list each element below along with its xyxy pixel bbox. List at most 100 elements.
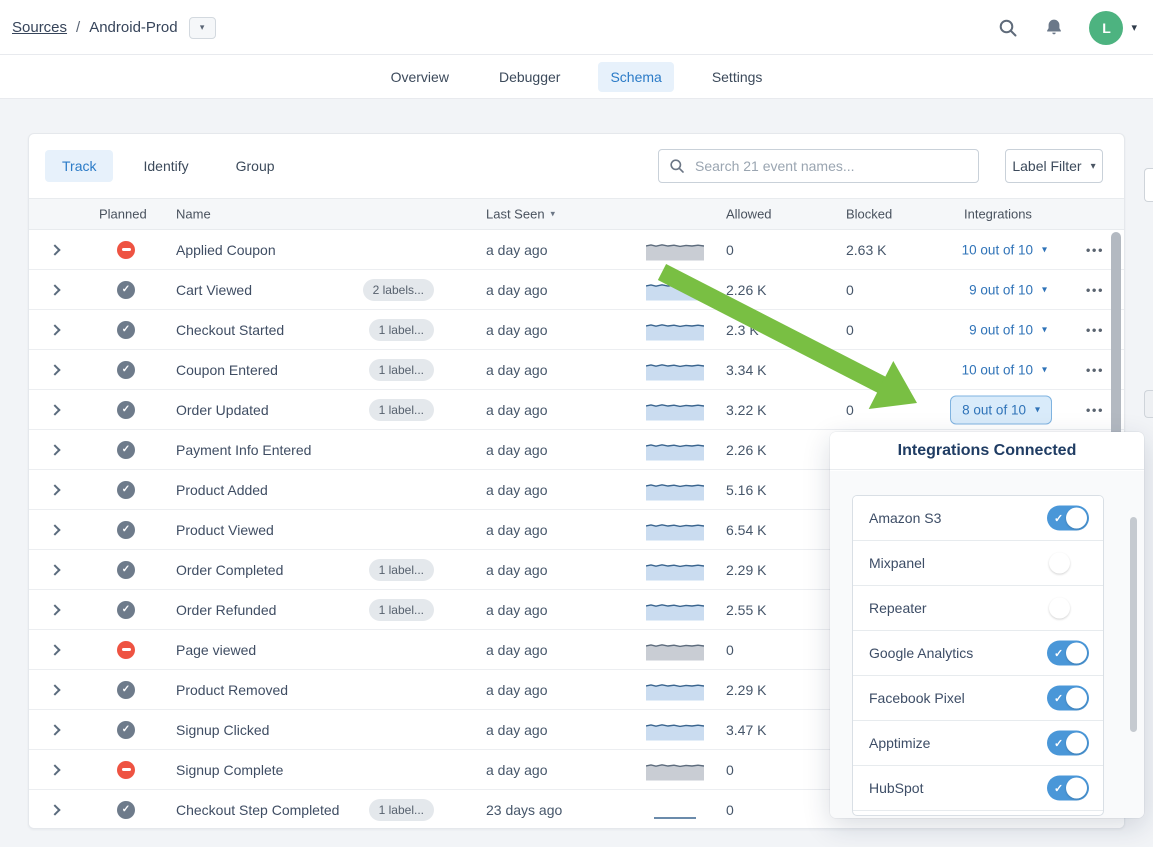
row-expand-chevron-icon[interactable] — [51, 646, 59, 654]
integrations-dropdown[interactable]: 9 out of 10 ▾ — [969, 282, 1047, 297]
integrations-dropdown[interactable]: 10 out of 10▾ — [962, 362, 1047, 377]
toggle-knob — [1066, 778, 1087, 799]
labels-badge[interactable]: 1 label... — [369, 599, 434, 621]
row-expand-chevron-icon[interactable] — [51, 806, 59, 814]
row-expand-chevron-icon[interactable] — [51, 366, 59, 374]
type-tab-identify[interactable]: Identify — [126, 150, 205, 182]
last-seen-value: a day ago — [486, 242, 548, 258]
integrations-popup: Integrations Connected Amazon S3✓ Mixpane… — [830, 432, 1144, 818]
integration-toggle-mixpanel[interactable]: ✓ — [1047, 551, 1089, 576]
row-expand-chevron-icon[interactable] — [51, 446, 59, 454]
planned-check-icon: ✓ — [117, 361, 135, 379]
sparkline-chart — [646, 319, 704, 341]
planned-check-icon: ✓ — [117, 801, 135, 819]
row-expand-chevron-icon[interactable] — [51, 406, 59, 414]
last-seen-value: a day ago — [486, 762, 548, 778]
check-icon: ✓ — [1054, 737, 1063, 750]
integration-toggle-google-analytics[interactable]: ✓ — [1047, 641, 1089, 666]
avatar[interactable]: L — [1089, 11, 1123, 45]
row-expand-chevron-icon[interactable] — [51, 286, 59, 294]
search-icon[interactable] — [997, 17, 1019, 39]
table-row: ✓Coupon Entered1 label...a day ago3.34 K… — [29, 350, 1124, 390]
row-expand-chevron-icon[interactable] — [51, 526, 59, 534]
kebab-menu-icon[interactable]: ••• — [1086, 402, 1104, 417]
tab-schema[interactable]: Schema — [598, 62, 673, 92]
sparkline-chart — [646, 279, 704, 301]
breadcrumb-sources-link[interactable]: Sources — [12, 19, 67, 36]
caret-down-icon: ▾ — [1035, 404, 1040, 415]
last-seen-label: Last Seen — [486, 207, 545, 222]
row-expand-chevron-icon[interactable] — [51, 606, 59, 614]
tab-debugger[interactable]: Debugger — [487, 62, 573, 92]
integrations-count: 9 out of 10 — [969, 282, 1033, 297]
kebab-menu-icon[interactable]: ••• — [1086, 322, 1104, 337]
integrations-dropdown[interactable]: 9 out of 10▾ — [969, 322, 1047, 337]
row-expand-chevron-icon[interactable] — [51, 326, 59, 334]
integration-row: Google Analytics✓ — [853, 631, 1103, 676]
allowed-count: 2.55 K — [726, 602, 766, 618]
integration-toggle-repeater[interactable]: ✓ — [1047, 596, 1089, 621]
integration-name: Facebook Pixel — [869, 690, 965, 706]
allowed-count: 0 — [726, 642, 734, 658]
caret-down-icon: ▾ — [1042, 284, 1047, 295]
notifications-bell-icon[interactable] — [1043, 17, 1065, 39]
integration-toggle-amazon-s3[interactable]: ✓ — [1047, 506, 1089, 531]
row-expand-chevron-icon[interactable] — [51, 686, 59, 694]
toggle-knob — [1049, 553, 1070, 574]
labels-badge[interactable]: 1 label... — [369, 319, 434, 341]
allowed-count: 2.3 K — [726, 322, 759, 338]
planned-blocked-icon — [117, 761, 135, 779]
integration-row: Amazon S3✓ — [853, 496, 1103, 541]
row-expand-chevron-icon[interactable] — [51, 486, 59, 494]
labels-badge[interactable]: 1 label... — [369, 559, 434, 581]
integration-toggle-facebook-pixel[interactable]: ✓ — [1047, 686, 1089, 711]
column-header-last-seen[interactable]: Last Seen ▾ — [486, 207, 555, 222]
last-seen-value: a day ago — [486, 722, 548, 738]
integration-name: Mixpanel — [869, 555, 925, 571]
label-filter-button[interactable]: Label Filter ▾ — [1005, 149, 1103, 183]
caret-down-icon: ▾ — [200, 22, 205, 33]
labels-badge[interactable]: 1 label... — [369, 359, 434, 381]
integration-name: HubSpot — [869, 780, 923, 796]
row-expand-chevron-icon[interactable] — [51, 246, 59, 254]
tab-overview[interactable]: Overview — [379, 62, 461, 92]
sparkline-chart — [646, 439, 704, 461]
kebab-menu-icon[interactable]: ••• — [1086, 282, 1104, 297]
integration-row: Facebook Pixel ✓ — [853, 676, 1103, 721]
type-tab-track[interactable]: Track — [45, 150, 113, 182]
labels-badge[interactable]: 2 labels... — [363, 279, 434, 301]
row-expand-chevron-icon[interactable] — [51, 766, 59, 774]
blocked-count: 0 — [846, 322, 854, 338]
sparkline-chart — [646, 399, 704, 421]
integrations-dropdown[interactable]: 10 out of 10▾ — [962, 242, 1047, 257]
column-header-blocked: Blocked — [846, 207, 892, 222]
breadcrumb-separator: / — [76, 19, 80, 36]
source-switcher-button[interactable]: ▾ — [189, 17, 216, 39]
kebab-menu-icon[interactable]: ••• — [1086, 242, 1104, 257]
event-name: Order Updated — [176, 402, 269, 418]
allowed-count: 2.26 K — [726, 442, 766, 458]
row-expand-chevron-icon[interactable] — [51, 566, 59, 574]
labels-badge[interactable]: 1 label... — [369, 799, 434, 821]
account-menu[interactable]: L ▾ — [1089, 11, 1137, 45]
last-seen-value: a day ago — [486, 602, 548, 618]
event-search-input[interactable] — [693, 157, 968, 175]
row-expand-chevron-icon[interactable] — [51, 726, 59, 734]
column-header-name: Name — [176, 207, 211, 222]
clipped-edge-element — [1144, 168, 1153, 202]
table-header-row: Planned Name Last Seen ▾ Allowed Blocked… — [29, 198, 1124, 230]
labels-badge[interactable]: 1 label... — [369, 399, 434, 421]
tab-settings[interactable]: Settings — [700, 62, 775, 92]
integration-toggle-apptimize[interactable]: ✓ — [1047, 731, 1089, 756]
planned-check-icon: ✓ — [117, 441, 135, 459]
event-name: Product Added — [176, 482, 268, 498]
integrations-dropdown[interactable]: 8 out of 10▾ — [950, 395, 1052, 424]
integration-row: HubSpot ✓ — [853, 766, 1103, 811]
popup-title: Integrations Connected — [830, 432, 1144, 470]
integration-toggle-hubspot[interactable]: ✓ — [1047, 776, 1089, 801]
kebab-menu-icon[interactable]: ••• — [1086, 362, 1104, 377]
type-tab-group[interactable]: Group — [219, 150, 292, 182]
popup-scrollbar-thumb[interactable] — [1130, 517, 1137, 732]
allowed-count: 5.16 K — [726, 482, 766, 498]
last-seen-value: a day ago — [486, 442, 548, 458]
